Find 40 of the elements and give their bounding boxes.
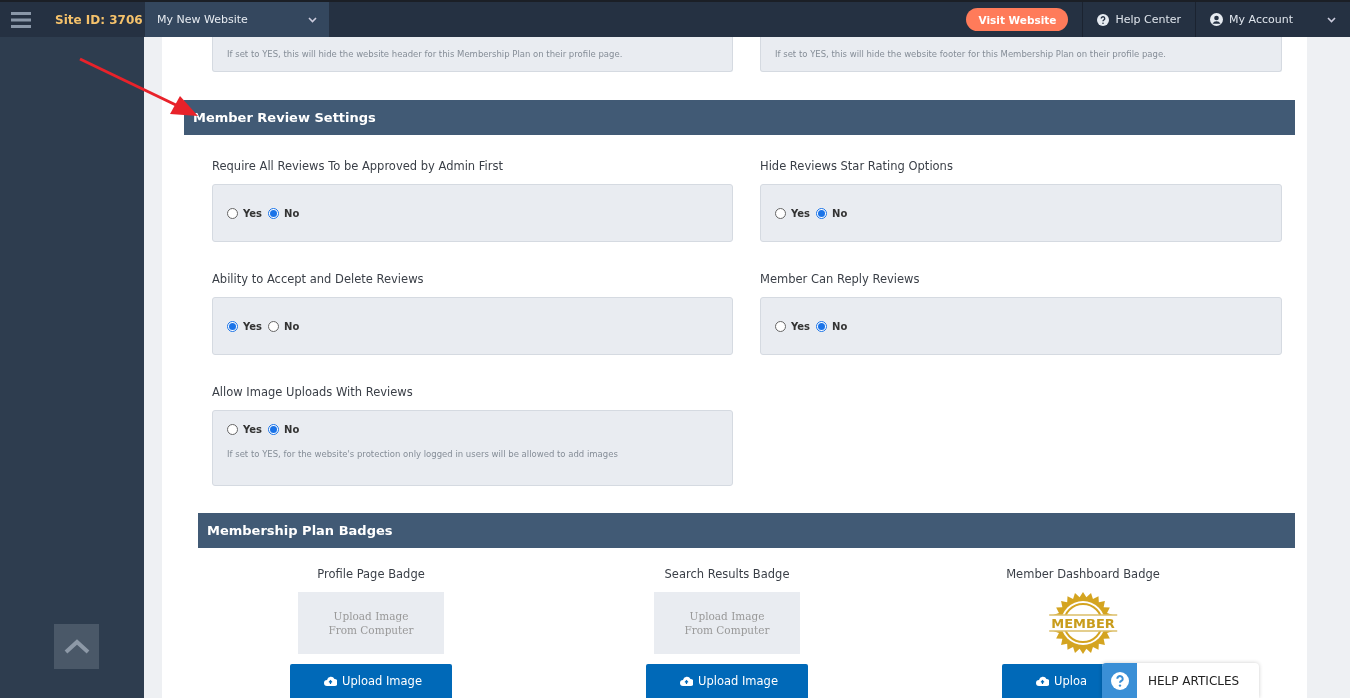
- chevron-up-icon: [63, 639, 90, 654]
- cloud-upload-icon: [680, 676, 693, 686]
- setting-label: Allow Image Uploads With Reviews: [212, 385, 414, 402]
- setting-label: Member Can Reply Reviews: [760, 272, 921, 289]
- radio-option[interactable]: No: [268, 320, 300, 332]
- section-header: Member Review Settings: [184, 100, 1295, 135]
- radio-option[interactable]: No: [268, 424, 300, 436]
- radio-option[interactable]: Yes: [227, 320, 263, 332]
- user-icon: [1210, 13, 1224, 26]
- cloud-upload-icon: [1036, 676, 1049, 686]
- setting-note: If set to YES, this will hide the website footer for this Membership Plan on their profile page.: [775, 49, 1167, 59]
- section-header: Membership Plan Badges: [198, 513, 1295, 548]
- badge-title: Search Results Badge: [664, 567, 790, 583]
- setting-label: Hide Reviews Star Rating Options: [760, 159, 954, 176]
- website-select[interactable]: My New Website: [145, 2, 329, 37]
- radio-option[interactable]: No: [816, 320, 848, 332]
- badge-title: Member Dashboard Badge: [1006, 567, 1160, 583]
- menu-icon[interactable]: [11, 10, 31, 29]
- site-id: Site ID: 3706: [55, 12, 144, 27]
- help-icon: [1097, 13, 1110, 26]
- chevron-down-icon: [308, 16, 317, 23]
- radio-option[interactable]: Yes: [775, 207, 811, 219]
- help-articles-toast[interactable]: HELP ARTICLES: [1102, 663, 1259, 698]
- chevron-down-icon: [1327, 16, 1336, 23]
- radio-option[interactable]: Yes: [227, 424, 263, 436]
- setting-note: If set to YES, this will hide the website header for this Membership Plan on their profile page.: [227, 49, 624, 59]
- setting-label: Ability to Accept and Delete Reviews: [212, 272, 425, 289]
- radio-option[interactable]: Yes: [775, 320, 811, 332]
- scroll-top-button[interactable]: [54, 624, 99, 669]
- cloud-upload-icon: [324, 676, 337, 686]
- upload-image-button[interactable]: Upload Image: [290, 664, 452, 698]
- upload-image-button[interactable]: Upload Image: [646, 664, 808, 698]
- setting-label: Require All Reviews To be Approved by Admin First: [212, 159, 504, 176]
- badge-title: Profile Page Badge: [317, 567, 425, 583]
- radio-option[interactable]: No: [816, 207, 848, 219]
- help-icon: [1110, 671, 1129, 690]
- radio-option[interactable]: Yes: [227, 207, 263, 219]
- radio-option[interactable]: No: [268, 207, 300, 219]
- member-seal: MEMBER: [1010, 592, 1156, 654]
- setting-note: If set to YES, for the website's protection only logged in users will be allowed to add images: [227, 449, 619, 460]
